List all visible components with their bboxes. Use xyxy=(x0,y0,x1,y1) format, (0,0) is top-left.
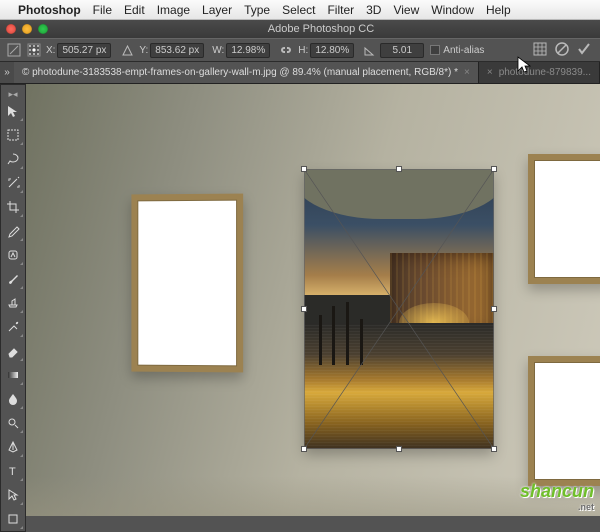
gallery-frame-left xyxy=(131,194,243,373)
menu-image[interactable]: Image xyxy=(157,3,190,17)
svg-text:T: T xyxy=(9,466,16,478)
x-label: X: xyxy=(46,45,55,56)
gallery-frame-right-bottom xyxy=(528,356,600,486)
antialias-option[interactable]: Anti-alias xyxy=(430,45,484,56)
menu-type[interactable]: Type xyxy=(244,3,270,17)
watermark: shancun .net xyxy=(520,481,594,512)
tools-panel: ▸◂ T xyxy=(0,84,26,532)
menu-filter[interactable]: Filter xyxy=(327,3,354,17)
angle-value-field[interactable]: 5.01 xyxy=(380,43,424,58)
antialias-checkbox[interactable] xyxy=(430,45,440,55)
document-tab-inactive[interactable]: × photodune-879839... xyxy=(479,62,600,83)
w-label: W: xyxy=(212,45,224,56)
transform-y-group: Y: 853.62 px xyxy=(137,43,204,58)
document-tabs: » © photodune-3183538-empt-frames-on-gal… xyxy=(0,62,600,84)
dodge-tool[interactable] xyxy=(2,412,24,434)
tab-close-icon[interactable]: × xyxy=(464,67,470,78)
pen-tool[interactable] xyxy=(2,436,24,458)
brush-tool[interactable] xyxy=(2,268,24,290)
cancel-transform-icon[interactable] xyxy=(554,41,570,60)
healing-brush-tool[interactable] xyxy=(2,244,24,266)
menu-3d[interactable]: 3D xyxy=(366,3,381,17)
blur-tool[interactable] xyxy=(2,388,24,410)
menu-help[interactable]: Help xyxy=(486,3,511,17)
x-value-field[interactable]: 505.27 px xyxy=(57,43,111,58)
tab-title: photodune-879839... xyxy=(499,67,591,78)
window-minimize-button[interactable] xyxy=(22,24,32,34)
reference-point-icon[interactable] xyxy=(24,41,44,59)
window-controls xyxy=(6,24,48,34)
window-close-button[interactable] xyxy=(6,24,16,34)
delta-icon[interactable] xyxy=(117,41,137,59)
eyedropper-tool[interactable] xyxy=(2,220,24,242)
w-value-field[interactable]: 12.98% xyxy=(226,43,270,58)
tab-title: © photodune-3183538-empt-frames-on-galle… xyxy=(22,67,458,78)
clone-stamp-tool[interactable] xyxy=(2,292,24,314)
h-label: H: xyxy=(298,45,308,56)
menubar-app[interactable]: Photoshop xyxy=(18,3,81,17)
tools-grip[interactable]: ▸◂ xyxy=(1,89,25,99)
h-value-field[interactable]: 12.80% xyxy=(310,43,354,58)
menu-layer[interactable]: Layer xyxy=(202,3,232,17)
gradient-tool[interactable] xyxy=(2,364,24,386)
window-title: Adobe Photoshop CC xyxy=(48,23,594,35)
angle-group: 5.01 xyxy=(380,43,424,58)
transform-x-group: X: 505.27 px xyxy=(44,43,111,58)
rotate-angle-icon[interactable] xyxy=(360,41,380,59)
window-titlebar: Adobe Photoshop CC xyxy=(0,20,600,38)
type-tool[interactable]: T xyxy=(2,460,24,482)
gallery-frame-right-top xyxy=(528,154,600,284)
path-select-tool[interactable] xyxy=(2,484,24,506)
tab-close-icon[interactable]: × xyxy=(487,67,493,78)
crop-tool[interactable] xyxy=(2,196,24,218)
commit-transform-icon[interactable] xyxy=(576,41,592,60)
antialias-label: Anti-alias xyxy=(443,45,484,56)
placed-image[interactable] xyxy=(304,169,494,449)
rectangle-tool[interactable] xyxy=(2,508,24,530)
marquee-tool[interactable] xyxy=(2,124,24,146)
menu-window[interactable]: Window xyxy=(431,3,474,17)
y-label: Y: xyxy=(139,45,148,56)
tabs-overflow-left[interactable]: » xyxy=(0,62,14,83)
options-bar: X: 505.27 px Y: 853.62 px W: 12.98% H: 1… xyxy=(0,38,600,62)
y-value-field[interactable]: 853.62 px xyxy=(150,43,204,58)
tool-preset-icon[interactable] xyxy=(4,41,24,59)
window-zoom-button[interactable] xyxy=(38,24,48,34)
document-tab-active[interactable]: © photodune-3183538-empt-frames-on-galle… xyxy=(14,62,479,83)
menu-view[interactable]: View xyxy=(393,3,419,17)
warp-mode-icon[interactable] xyxy=(532,41,548,60)
history-brush-tool[interactable] xyxy=(2,316,24,338)
menu-edit[interactable]: Edit xyxy=(124,3,145,17)
eraser-tool[interactable] xyxy=(2,340,24,362)
magic-wand-tool[interactable] xyxy=(2,172,24,194)
aspect-link-icon[interactable] xyxy=(276,41,296,59)
transform-w-group: W: 12.98% xyxy=(210,43,270,58)
floor-shadow xyxy=(26,476,600,516)
menu-file[interactable]: File xyxy=(93,3,112,17)
transform-h-group: H: 12.80% xyxy=(296,43,354,58)
document-canvas[interactable]: shancun .net xyxy=(26,84,600,516)
lasso-tool[interactable] xyxy=(2,148,24,170)
move-tool[interactable] xyxy=(2,100,24,122)
mac-menubar[interactable]: Photoshop File Edit Image Layer Type Sel… xyxy=(0,0,600,20)
menu-select[interactable]: Select xyxy=(282,3,315,17)
